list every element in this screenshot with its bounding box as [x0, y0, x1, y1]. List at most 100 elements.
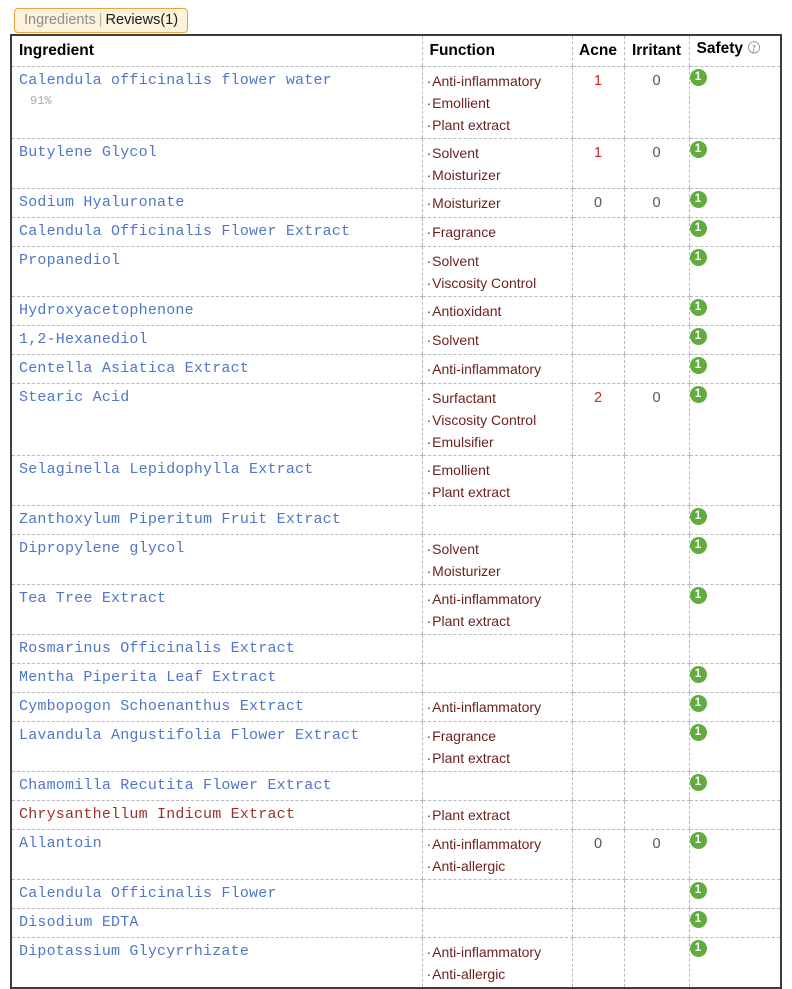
ingredient-name-link[interactable]: Hydroxyacetophenone	[12, 297, 422, 322]
ingredient-name-link[interactable]: Dipropylene glycol	[12, 535, 422, 560]
function-tag[interactable]: Anti-inflammatory	[427, 70, 572, 92]
function-tag[interactable]: Viscosity Control	[427, 272, 572, 294]
function-list: Moisturizer	[423, 189, 572, 216]
tab-ingredients[interactable]: Ingredients	[24, 12, 96, 28]
ingredient-name-link[interactable]: Rosmarinus Officinalis Extract	[12, 635, 422, 660]
function-tag[interactable]: Fragrance	[427, 221, 572, 243]
function-tag[interactable]: Solvent	[427, 538, 572, 560]
cell-safety: 1	[688, 721, 780, 772]
ingredient-name-link[interactable]: Calendula officinalis flower water	[12, 67, 422, 92]
function-tag[interactable]: Plant extract	[427, 747, 572, 769]
ingredient-name-link[interactable]: Selaginella Lepidophylla Extract	[12, 456, 422, 481]
function-tag[interactable]: Moisturizer	[427, 560, 572, 582]
cell-safety: 1	[688, 879, 780, 909]
ingredient-name-link[interactable]: Mentha Piperita Leaf Extract	[12, 664, 422, 689]
ingredient-name-link[interactable]: Butylene Glycol	[12, 139, 422, 164]
safety-badge[interactable]: 1	[689, 299, 707, 316]
safety-badge[interactable]: 1	[689, 357, 707, 374]
function-tag[interactable]: Solvent	[427, 250, 572, 272]
cell-function: SolventMoisturizer	[421, 534, 572, 585]
ingredient-name-link[interactable]: Chrysanthellum Indicum Extract	[12, 801, 422, 826]
function-tag[interactable]: Fragrance	[427, 725, 572, 747]
function-list: Fragrance	[423, 218, 572, 245]
ingredient-name-link[interactable]: Propanediol	[12, 247, 422, 272]
acne-rating	[573, 722, 624, 725]
cell-ingredient: Cymbopogon Schoenanthus Extract	[12, 692, 422, 722]
cell-ingredient: Propanediol	[12, 246, 422, 297]
cell-ingredient: Selaginella Lepidophylla Extract	[12, 455, 422, 506]
irritant-rating	[625, 535, 689, 538]
safety-badge[interactable]: 1	[689, 191, 707, 208]
ingredient-name-link[interactable]: Allantoin	[12, 830, 422, 855]
function-tag[interactable]: Plant extract	[427, 804, 572, 826]
ingredient-name-link[interactable]: Chamomilla Recutita Flower Extract	[12, 772, 422, 797]
function-tag[interactable]: Plant extract	[427, 114, 572, 136]
safety-badge[interactable]: 1	[689, 249, 707, 266]
cell-ingredient: Tea Tree Extract	[12, 584, 422, 635]
ingredient-name-link[interactable]: Calendula Officinalis Flower	[12, 880, 422, 905]
ingredient-name-link[interactable]: Stearic Acid	[12, 384, 422, 409]
ingredient-name-link[interactable]: Sodium Hyaluronate	[12, 189, 422, 214]
safety-badge[interactable]: 1	[689, 587, 707, 604]
function-tag[interactable]: Anti-inflammatory	[427, 696, 572, 718]
ingredient-name-link[interactable]: Lavandula Angustifolia Flower Extract	[12, 722, 422, 747]
function-tag[interactable]: Emollient	[427, 459, 572, 481]
function-tag[interactable]: Surfactant	[427, 387, 572, 409]
safety-badge[interactable]: 1	[689, 69, 707, 86]
safety-badge[interactable]: 1	[689, 832, 707, 849]
function-tag[interactable]: Anti-inflammatory	[427, 941, 572, 963]
function-list	[423, 506, 572, 529]
table-row: Dipropylene glycolSolventMoisturizer 1	[12, 534, 780, 585]
ingredient-name-link[interactable]: Tea Tree Extract	[12, 585, 422, 610]
function-tag[interactable]: Moisturizer	[427, 192, 572, 214]
safety-badge[interactable]: 1	[689, 508, 707, 525]
function-tag[interactable]: Anti-inflammatory	[427, 833, 572, 855]
ingredient-name-link[interactable]: Zanthoxylum Piperitum Fruit Extract	[12, 506, 422, 531]
ingredient-name-link[interactable]: 1,2-Hexanediol	[12, 326, 422, 351]
function-tag[interactable]: Solvent	[427, 329, 572, 351]
cell-acne	[571, 634, 624, 664]
safety-badge[interactable]: 1	[689, 882, 707, 899]
cell-safety: 1	[688, 663, 780, 693]
function-tag[interactable]: Antioxidant	[427, 300, 572, 322]
tab-reviews[interactable]: Reviews(1)	[106, 12, 179, 28]
safety-badge[interactable]: 1	[689, 141, 707, 158]
safety-badge[interactable]: 1	[689, 328, 707, 345]
safety-badge[interactable]: 1	[689, 220, 707, 237]
ingredient-name-link[interactable]: Disodium EDTA	[12, 909, 422, 934]
function-tag[interactable]: Moisturizer	[427, 164, 572, 186]
safety-badge[interactable]: 1	[689, 537, 707, 554]
acne-rating: 2	[593, 390, 603, 406]
ingredient-name-link[interactable]: Centella Asiatica Extract	[12, 355, 422, 380]
function-tag[interactable]: Viscosity Control	[427, 409, 572, 431]
cell-acne	[571, 584, 624, 635]
acne-rating	[573, 938, 624, 941]
function-tag[interactable]: Anti-allergic	[427, 855, 572, 877]
ingredient-name-link[interactable]: Cymbopogon Schoenanthus Extract	[12, 693, 422, 718]
function-tag[interactable]: Anti-inflammatory	[427, 358, 572, 380]
ingredient-name-link[interactable]: Dipotassium Glycyrrhizate	[12, 938, 422, 963]
function-tag[interactable]: Anti-inflammatory	[427, 588, 572, 610]
function-tag[interactable]: Solvent	[427, 142, 572, 164]
safety-badge[interactable]: 1	[689, 386, 707, 403]
irritant-rating	[625, 218, 689, 221]
safety-badge[interactable]: 1	[689, 774, 707, 791]
function-tag[interactable]: Emollient	[427, 92, 572, 114]
function-tag[interactable]: Emulsifier	[427, 431, 572, 453]
safety-badge[interactable]: 1	[689, 724, 707, 741]
function-tag[interactable]: Plant extract	[427, 481, 572, 503]
function-tag[interactable]: Anti-allergic	[427, 963, 572, 985]
ingredient-name-link[interactable]: Calendula Officinalis Flower Extract	[12, 218, 422, 243]
cell-ingredient: Allantoin	[12, 829, 422, 880]
safety-badge[interactable]: 1	[689, 695, 707, 712]
question-mark-help-icon[interactable]: ?	[747, 41, 761, 60]
table-row: Rosmarinus Officinalis Extract	[12, 634, 780, 664]
acne-rating	[573, 801, 624, 804]
cell-function: Antioxidant	[421, 296, 572, 326]
safety-badge[interactable]: 1	[689, 940, 707, 957]
function-tag[interactable]: Plant extract	[427, 610, 572, 632]
safety-badge[interactable]: 1	[689, 666, 707, 683]
cell-irritant	[623, 908, 689, 938]
safety-badge[interactable]: 1	[689, 911, 707, 928]
function-list: Anti-inflammatoryAnti-allergic	[423, 830, 572, 879]
